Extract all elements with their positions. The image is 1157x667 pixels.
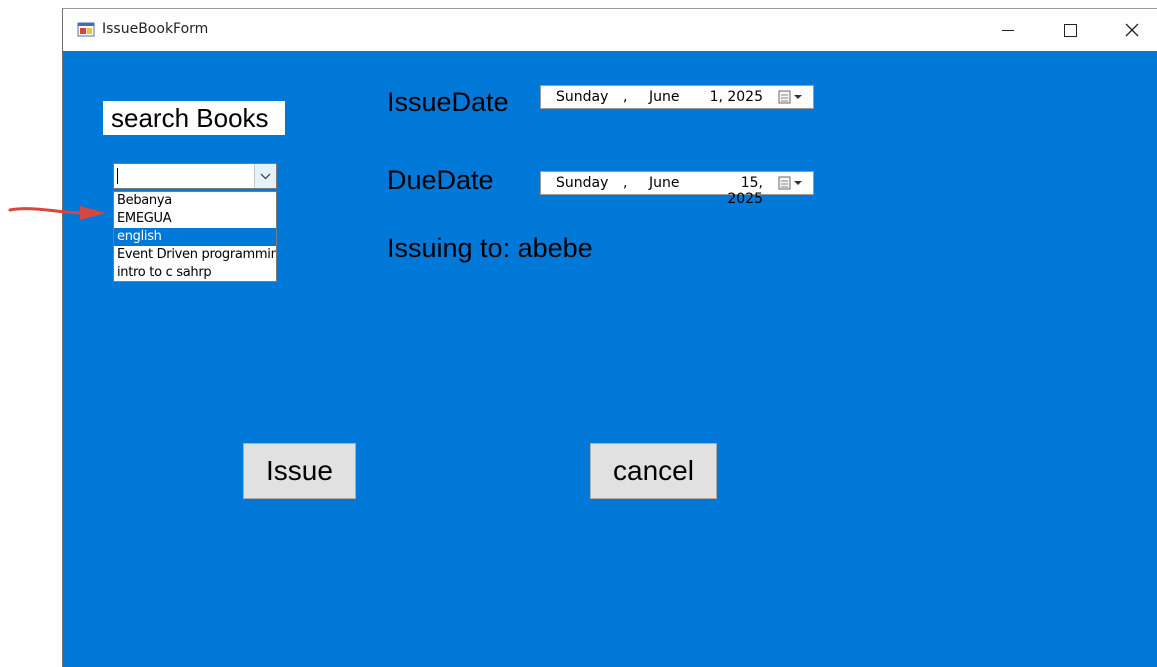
issue-date-date: 1, 2025 bbox=[709, 89, 763, 105]
issue-date-month: June bbox=[649, 89, 680, 105]
minimize-icon bbox=[1002, 29, 1014, 31]
due-date-picker[interactable]: Sunday , June 15, 2025 bbox=[540, 171, 814, 207]
text-cursor bbox=[117, 168, 118, 184]
issue-book-window: IssueBookForm search Books Bebanya EMEGU… bbox=[62, 8, 1157, 667]
issue-date-separator: , bbox=[623, 89, 628, 105]
dropdown-option[interactable]: EMEGUA bbox=[114, 210, 276, 228]
issue-date-picker[interactable]: Sunday , June 1, 2025 bbox=[540, 85, 814, 109]
close-button[interactable] bbox=[1101, 9, 1157, 51]
book-dropdown-list: Bebanya EMEGUA english Event Driven prog… bbox=[113, 191, 277, 282]
maximize-icon bbox=[1063, 23, 1077, 37]
due-date-separator: , bbox=[623, 175, 628, 191]
title-bar: IssueBookForm bbox=[63, 9, 1157, 51]
issue-button[interactable]: Issue bbox=[243, 443, 356, 499]
combo-dropdown-button[interactable] bbox=[254, 164, 276, 188]
close-icon bbox=[1125, 23, 1139, 37]
due-date-day: Sunday bbox=[556, 175, 609, 191]
issue-date-day: Sunday bbox=[556, 89, 609, 105]
issuing-to-label: Issuing to: abebe bbox=[387, 233, 593, 263]
calendar-icon[interactable] bbox=[777, 89, 811, 105]
due-date-date: 15, 2025 bbox=[727, 175, 763, 207]
issue-date-label: IssueDate bbox=[387, 87, 509, 117]
chevron-down-icon bbox=[260, 173, 271, 180]
calendar-icon[interactable] bbox=[777, 175, 811, 191]
due-date-label: DueDate bbox=[387, 165, 494, 195]
search-books-label: search Books bbox=[103, 101, 285, 135]
dropdown-option[interactable]: intro to c sahrp bbox=[114, 264, 276, 281]
maximize-button[interactable] bbox=[1039, 9, 1101, 51]
dropdown-option[interactable]: Bebanya bbox=[114, 192, 276, 210]
annotation-arrow-icon bbox=[8, 206, 106, 220]
cancel-button[interactable]: cancel bbox=[590, 443, 717, 499]
dropdown-option[interactable]: Event Driven programming bbox=[114, 246, 276, 264]
form-icon bbox=[77, 22, 95, 37]
minimize-button[interactable] bbox=[977, 9, 1039, 51]
due-date-month: June bbox=[649, 175, 680, 191]
book-search-combobox[interactable] bbox=[113, 163, 277, 189]
dropdown-option-selected[interactable]: english bbox=[114, 228, 276, 246]
window-title: IssueBookForm bbox=[102, 21, 209, 37]
